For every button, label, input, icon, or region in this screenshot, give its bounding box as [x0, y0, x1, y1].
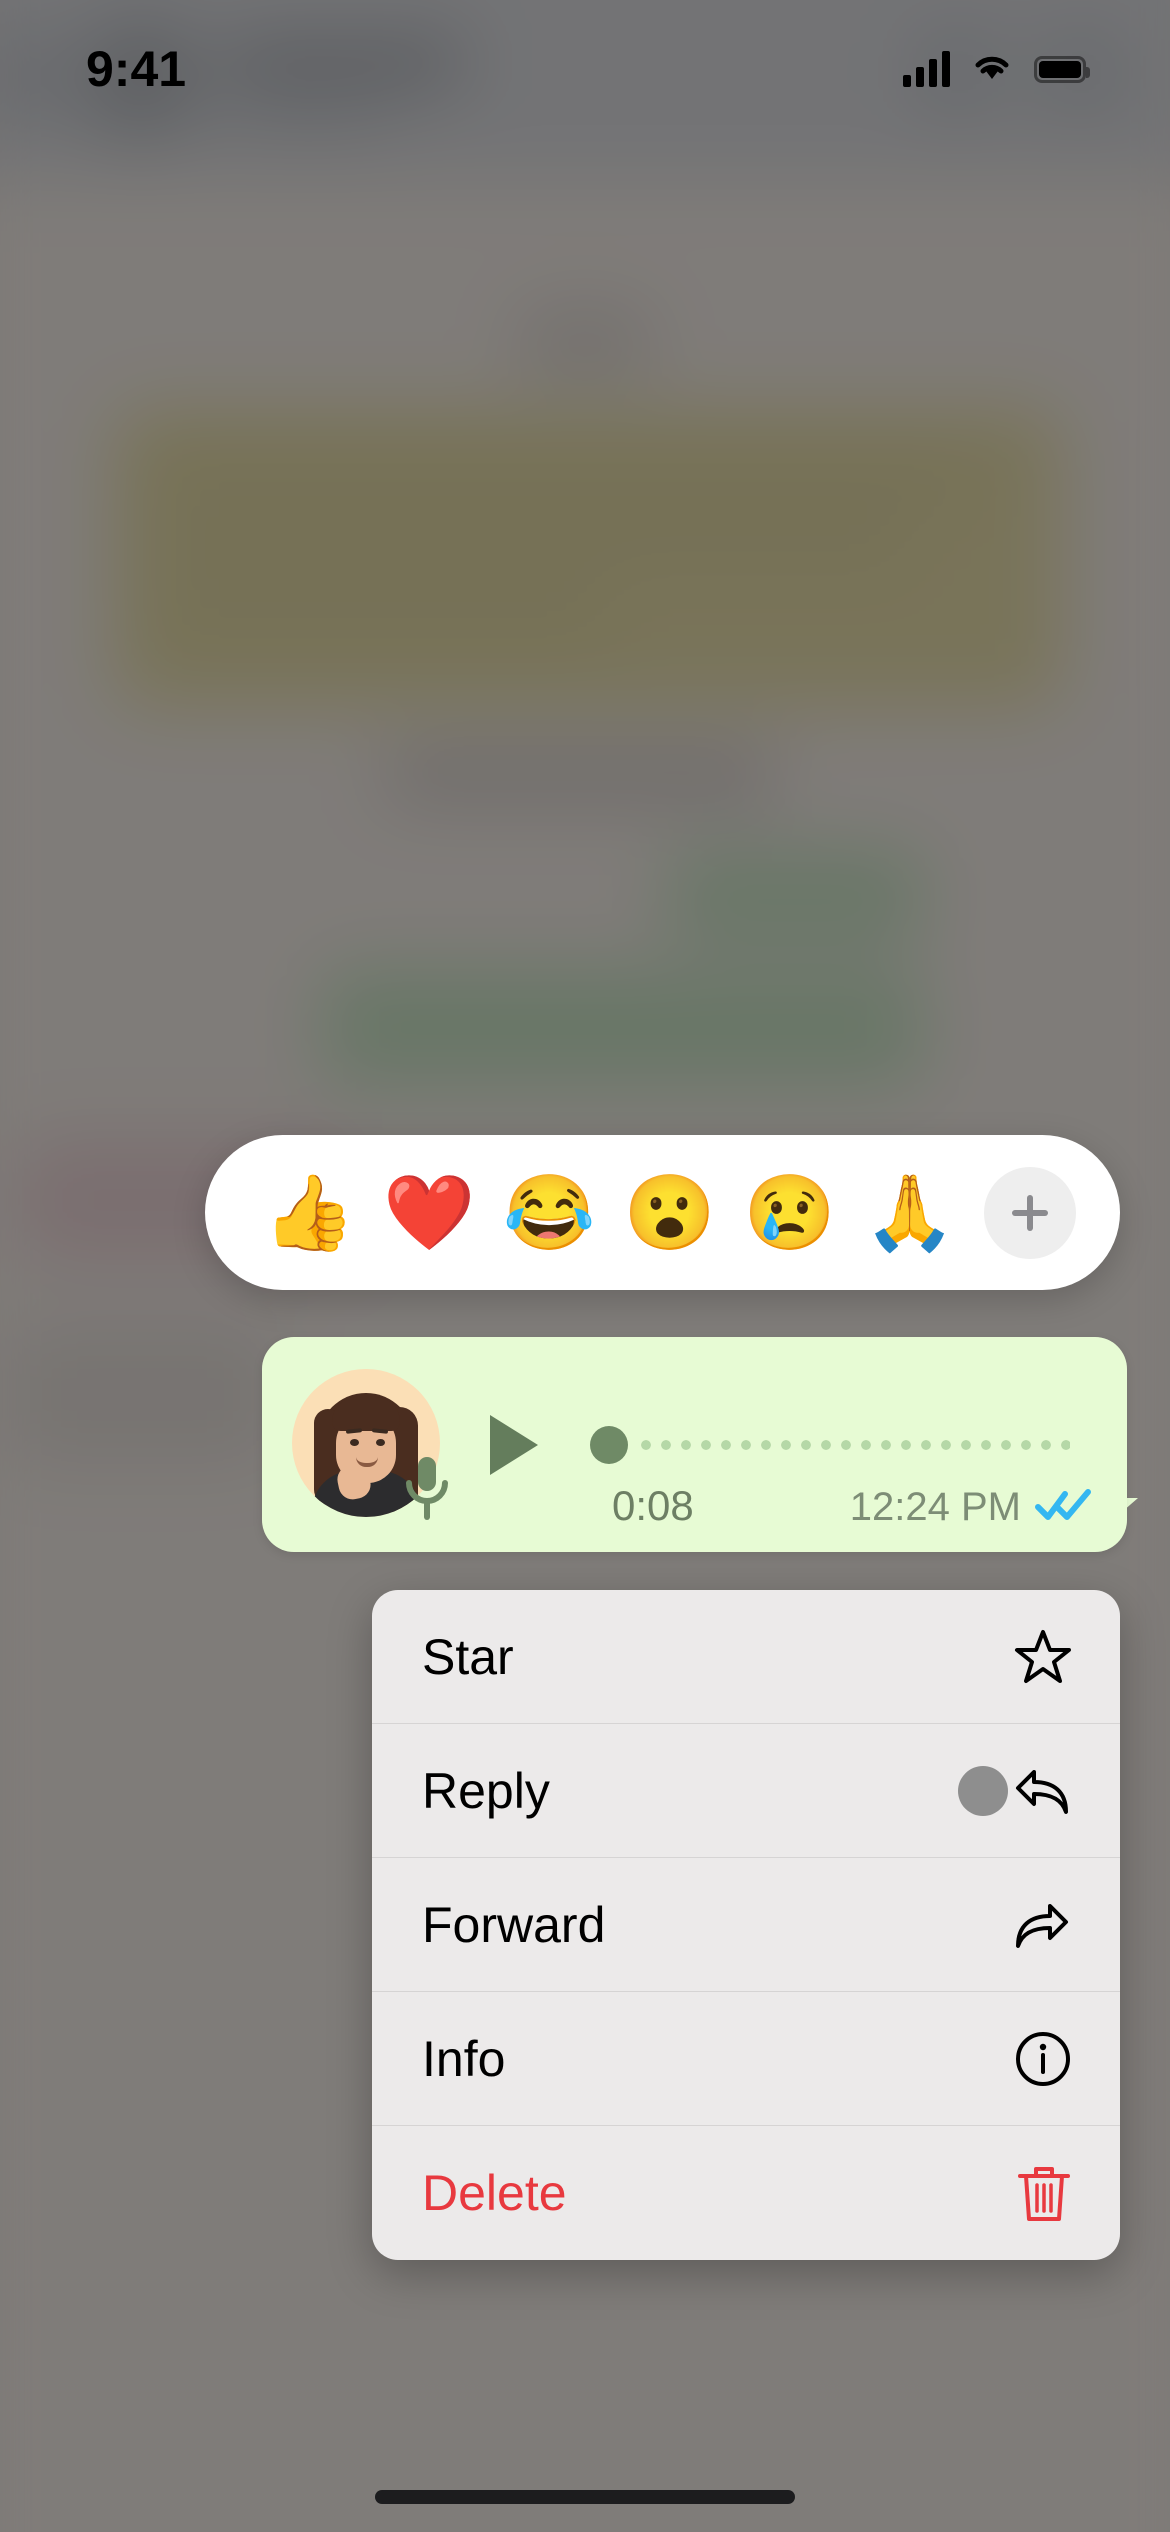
- reaction-crying-face-icon[interactable]: 😢: [730, 1175, 850, 1250]
- menu-item-reply-label: Reply: [422, 1762, 550, 1819]
- home-indicator[interactable]: [375, 2490, 795, 2504]
- wifi-icon: [972, 52, 1012, 87]
- message-meta: 12:24 PM: [850, 1485, 1093, 1530]
- read-receipt-double-check-icon: [1035, 1488, 1093, 1527]
- emoji-reaction-bar[interactable]: 👍 ❤️ 😂 😮 😢 🙏: [205, 1135, 1120, 1290]
- plus-icon: [1004, 1187, 1056, 1239]
- play-icon[interactable]: [490, 1415, 538, 1475]
- reaction-face-with-tears-of-joy-icon[interactable]: 😂: [489, 1175, 609, 1250]
- battery-icon: [1034, 55, 1090, 83]
- status-bar: 9:41: [0, 0, 1170, 120]
- reaction-thumbs-up-icon[interactable]: 👍: [249, 1175, 369, 1250]
- trash-icon: [1002, 2163, 1072, 2223]
- menu-item-star[interactable]: Star: [372, 1590, 1120, 1724]
- reaction-face-with-open-mouth-icon[interactable]: 😮: [610, 1175, 730, 1250]
- status-bar-icons: [903, 51, 1090, 87]
- star-outline-icon: [1002, 1628, 1072, 1686]
- menu-item-info[interactable]: Info: [372, 1992, 1120, 2126]
- menu-item-info-label: Info: [422, 2030, 506, 2087]
- voice-scrubber[interactable]: [590, 1426, 1070, 1464]
- more-reactions-button[interactable]: [984, 1166, 1077, 1259]
- voice-duration: 0:08: [612, 1482, 694, 1529]
- menu-item-forward[interactable]: Forward: [372, 1858, 1120, 1992]
- voice-message-bubble[interactable]: 0:08 12:24 PM: [262, 1337, 1127, 1552]
- scrubber-handle[interactable]: [590, 1426, 628, 1464]
- menu-item-reply[interactable]: Reply: [372, 1724, 1120, 1858]
- avatar: [292, 1369, 448, 1520]
- cellular-signal-icon: [903, 51, 950, 87]
- message-timestamp: 12:24 PM: [849, 1485, 1021, 1529]
- reply-arrow-icon: [1002, 1764, 1072, 1818]
- reaction-red-heart-icon[interactable]: ❤️: [369, 1175, 489, 1250]
- info-circle-icon: [1002, 2030, 1072, 2088]
- menu-item-forward-label: Forward: [422, 1896, 606, 1953]
- menu-item-star-label: Star: [422, 1628, 514, 1685]
- reaction-folded-hands-icon[interactable]: 🙏: [850, 1175, 970, 1250]
- phone-screen: 9:41 👍 ❤️ 😂 😮 😢 🙏 0:08 12:24 PM Star Rep…: [0, 0, 1170, 2532]
- touch-cursor-indicator: [958, 1765, 1008, 1816]
- scrubber-track[interactable]: [636, 1440, 1070, 1450]
- microphone-icon: [396, 1453, 458, 1521]
- message-context-menu[interactable]: Star Reply Forward Info Delete: [372, 1590, 1120, 2260]
- menu-item-delete[interactable]: Delete: [372, 2126, 1120, 2260]
- forward-arrow-icon: [1002, 1898, 1072, 1952]
- status-bar-time: 9:41: [86, 41, 187, 97]
- menu-item-delete-label: Delete: [422, 2165, 567, 2221]
